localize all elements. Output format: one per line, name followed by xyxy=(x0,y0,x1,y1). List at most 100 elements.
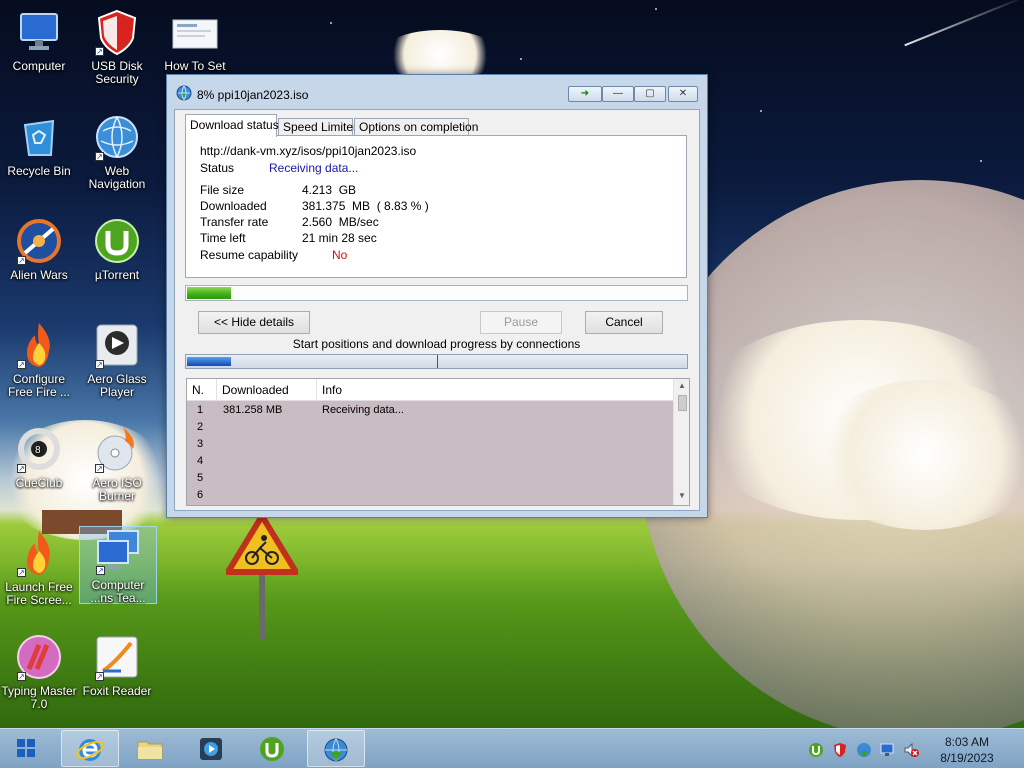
tray-utorrent-icon[interactable] xyxy=(808,742,824,758)
desktop-icon-computer-teams[interactable]: ↗ Computer ...ns Tea... xyxy=(79,526,157,605)
table-row[interactable]: 2 xyxy=(187,419,673,436)
download-progress-window: 8% ppi10jan2023.iso ➜ — ▢ ✕ Download sta… xyxy=(166,74,708,518)
window-title: 8% ppi10jan2023.iso xyxy=(197,88,309,102)
scroll-down-icon[interactable]: ▼ xyxy=(674,489,689,503)
desktop-icon-label: Foxit Reader xyxy=(82,684,152,698)
hide-details-button[interactable]: << Hide details xyxy=(198,311,310,334)
table-row[interactable]: 4 xyxy=(187,453,673,470)
table-row[interactable]: 3 xyxy=(187,436,673,453)
scroll-up-icon[interactable]: ▲ xyxy=(674,379,689,393)
desktop-icon-aero-glass-player[interactable]: ↗ Aero Glass Player xyxy=(78,321,156,399)
desktop-icon-label: Alien Wars xyxy=(10,268,68,282)
desktop-icon-typing-master[interactable]: ↗ Typing Master 7.0 xyxy=(0,633,78,711)
table-row[interactable]: 5 xyxy=(187,470,673,487)
transfer-rate-value: 2.560 MB/sec xyxy=(302,215,379,229)
star xyxy=(760,110,762,112)
desktop-icon-computer[interactable]: Computer xyxy=(0,8,78,73)
desktop-icon-foxit-reader[interactable]: ↗ Foxit Reader xyxy=(78,633,156,698)
idm-globe-icon xyxy=(176,85,192,101)
resume-capability-label: Resume capability xyxy=(200,248,299,262)
file-size-value: 4.213 GB xyxy=(302,183,357,197)
pause-button[interactable]: Pause xyxy=(480,311,562,334)
desktop-icon-label: Recycle Bin xyxy=(7,164,71,178)
file-size-label: File size xyxy=(200,183,245,197)
desktop-icon-configure-free-fire[interactable]: ↗ Configure Free Fire ... xyxy=(0,321,78,399)
taskbar-download-manager[interactable] xyxy=(307,730,365,767)
maximize-icon: ▢ xyxy=(645,88,655,99)
desktop-icon-web-navigation[interactable]: ↗ Web Navigation xyxy=(78,113,156,191)
close-button[interactable]: ✕ xyxy=(668,86,698,102)
internet-explorer-icon xyxy=(76,739,104,761)
flame-icon: ↗ xyxy=(15,321,63,369)
window-titlebar[interactable]: 8% ppi10jan2023.iso ➜ — ▢ ✕ xyxy=(167,75,707,109)
connections-table-header: N. Downloaded Info xyxy=(187,379,673,401)
shield-icon: ↗ xyxy=(93,8,141,56)
desktop-icon-recycle-bin[interactable]: Recycle Bin xyxy=(0,113,78,178)
alien-wars-icon: ↗ xyxy=(15,217,63,265)
utorrent-icon xyxy=(93,217,141,265)
globe-icon: ↗ xyxy=(93,113,141,161)
computer-teams-icon: ↗ xyxy=(94,527,142,575)
volume-muted-icon[interactable] xyxy=(903,742,919,758)
taskbar-file-explorer[interactable] xyxy=(122,730,180,767)
cancel-button[interactable]: Cancel xyxy=(585,311,663,334)
scroll-thumb[interactable] xyxy=(678,395,687,411)
connections-table-body: 1 381.258 MB Receiving data... 2 3 4 5 6 xyxy=(187,401,673,505)
connection-start-marker xyxy=(437,355,438,368)
taskbar-media-player[interactable] xyxy=(183,730,241,767)
desktop-icon-label: Typing Master 7.0 xyxy=(1,684,77,711)
connections-caption: Start positions and download progress by… xyxy=(292,337,581,351)
desktop-icon-aero-iso-burner[interactable]: ↗ Aero ISO Burner xyxy=(78,425,156,503)
start-button[interactable] xyxy=(4,733,48,765)
media-player-icon xyxy=(200,738,222,760)
desktop-icon-alien-wars[interactable]: ↗ Alien Wars xyxy=(0,217,78,282)
connections-table: N. Downloaded Info 1 381.258 MB Receivin… xyxy=(186,378,690,506)
column-header-downloaded[interactable]: Downloaded xyxy=(217,379,317,401)
desktop-icon-cueclub[interactable]: 8 ↗ CueClub xyxy=(0,425,78,490)
column-header-info[interactable]: Info xyxy=(317,379,665,401)
tab-download-status[interactable]: Download status xyxy=(185,114,279,137)
cell-number: 1 xyxy=(197,404,204,416)
desktop-icon-label: USB Disk Security xyxy=(91,59,143,86)
desktop-icon-utorrent[interactable]: µTorrent xyxy=(78,217,156,282)
desktop-icon-label: Aero Glass Player xyxy=(87,372,147,399)
status-label: Status xyxy=(200,161,235,175)
desktop-icon-launch-free-fire[interactable]: ↗ Launch Free Fire Scree... xyxy=(0,529,78,607)
cell-downloaded: 381.258 MB xyxy=(223,404,283,416)
desktop-icon-label: µTorrent xyxy=(94,268,140,282)
desktop-icon-usb-disk-security[interactable]: ↗ USB Disk Security xyxy=(78,8,156,86)
arrow-right-icon: ➜ xyxy=(580,88,590,99)
download-progress-bar xyxy=(185,285,688,301)
desktop-icon-label: Configure Free Fire ... xyxy=(7,372,70,399)
bicycle-sign-icon xyxy=(225,512,299,576)
send-to-tray-button[interactable]: ➜ xyxy=(568,86,602,102)
connections-progress-fill xyxy=(187,357,231,366)
window-client-area: Download status Speed Limiter Options on… xyxy=(174,109,700,511)
maximize-button[interactable]: ▢ xyxy=(634,86,666,102)
taskbar-utorrent[interactable] xyxy=(244,730,302,767)
network-icon[interactable] xyxy=(879,742,895,758)
downloaded-value: 381.375 MB ( 8.83 % ) xyxy=(302,199,429,213)
table-row[interactable]: 6 xyxy=(187,487,673,504)
desktop-icon-label: Computer xyxy=(12,59,66,73)
desktop-icon-label: CueClub xyxy=(15,476,63,490)
table-vertical-scrollbar[interactable]: ▲ ▼ xyxy=(673,379,689,505)
connections-progress-bar xyxy=(185,354,688,369)
table-row[interactable]: 1 381.258 MB Receiving data... xyxy=(187,402,673,419)
typing-master-icon: ↗ xyxy=(15,633,63,681)
star xyxy=(330,22,332,24)
cell-number: 4 xyxy=(197,455,204,467)
cell-number: 3 xyxy=(197,438,204,450)
close-icon: ✕ xyxy=(678,88,688,99)
recycle-bin-icon xyxy=(15,113,63,161)
taskbar-internet-explorer[interactable] xyxy=(61,730,119,767)
foxit-reader-icon: ↗ xyxy=(93,633,141,681)
cell-number: 6 xyxy=(197,489,204,501)
system-clock[interactable]: 8:03 AM 8/19/2023 xyxy=(930,734,1004,766)
star xyxy=(655,8,657,10)
column-header-number[interactable]: N. xyxy=(187,379,217,401)
tray-idm-icon[interactable] xyxy=(856,742,872,758)
tray-shield-icon[interactable] xyxy=(832,742,848,758)
minimize-button[interactable]: — xyxy=(602,86,634,102)
utorrent-icon xyxy=(260,737,284,761)
